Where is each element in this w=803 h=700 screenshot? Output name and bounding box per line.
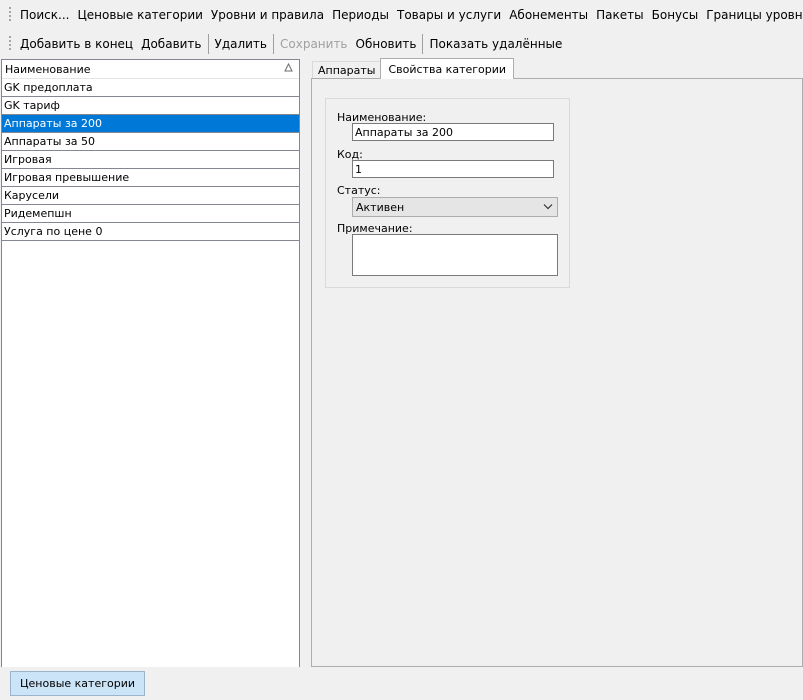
status-select[interactable]: Активен [352,197,558,217]
menu-item-bonuses[interactable]: Бонусы [648,8,703,22]
list-item-selected[interactable]: Аппараты за 200 [2,115,299,133]
status-select-value: Активен [356,200,405,214]
detail-panel: Аппараты Свойства категории Наименование… [310,58,803,667]
toolbar-separator [422,33,424,54]
tab-machines[interactable]: Аппараты [312,61,382,79]
tab-category-properties[interactable]: Свойства категории [380,58,515,79]
list-item[interactable]: Ридемепшн [2,205,299,223]
taskbar-button-price-categories[interactable]: Ценовые категории [10,671,146,696]
show-deleted-button[interactable]: Показать удалённые [425,37,566,51]
add-to-end-button[interactable]: Добавить в конец [16,37,137,51]
list-item[interactable]: Услуга по цене 0 [2,223,299,241]
list-item[interactable]: Карусели [2,187,299,205]
menu-grip [8,6,12,23]
list-column-header-label: Наименование [5,62,91,76]
save-button[interactable]: Сохранить [276,37,352,51]
note-textarea[interactable] [352,234,558,276]
menu-item-goods-services[interactable]: Товары и услуги [393,8,505,22]
menu-item-level-bounds[interactable]: Границы уровней [702,8,803,22]
menu-bar: Поиск... Ценовые категории Уровни и прав… [0,0,803,29]
list-column-header[interactable]: Наименование [2,60,299,79]
list-item[interactable]: GK предоплата [2,79,299,97]
code-field[interactable]: 1 [352,160,554,178]
sort-ascending-icon [284,63,293,72]
tab-page-category-properties: Наименование: Аппараты за 200 Код: 1 Ста… [311,78,803,667]
toolbar: Добавить в конец Добавить Удалить Сохран… [0,29,803,58]
list-item[interactable]: Игровая превышение [2,169,299,187]
toolbar-separator [273,33,274,54]
status-label: Статус: [337,184,381,197]
chevron-down-icon [543,204,553,210]
list-item[interactable]: Аппараты за 50 [2,133,299,151]
properties-group: Наименование: Аппараты за 200 Код: 1 Ста… [325,98,570,288]
menu-item-price-categories[interactable]: Ценовые категории [73,8,206,22]
menu-item-levels-rules[interactable]: Уровни и правила [207,8,328,22]
menu-item-subscriptions[interactable]: Абонементы [505,8,592,22]
tab-strip: Аппараты Свойства категории [312,58,515,79]
window-taskbar: Ценовые категории [0,667,803,700]
list-item[interactable]: GK тариф [2,97,299,115]
toolbar-separator [207,33,209,54]
menu-item-periods[interactable]: Периоды [328,8,393,22]
name-field[interactable]: Аппараты за 200 [352,123,554,141]
toolbar-grip [8,35,12,52]
refresh-button[interactable]: Обновить [352,37,421,51]
add-button[interactable]: Добавить [137,37,205,51]
category-list[interactable]: Наименование GK предоплата GK тариф Аппа… [1,59,300,668]
delete-button[interactable]: Удалить [211,37,272,51]
menu-item-search[interactable]: Поиск... [16,8,73,22]
list-item[interactable]: Игровая [2,151,299,169]
menu-item-packages[interactable]: Пакеты [592,8,647,22]
